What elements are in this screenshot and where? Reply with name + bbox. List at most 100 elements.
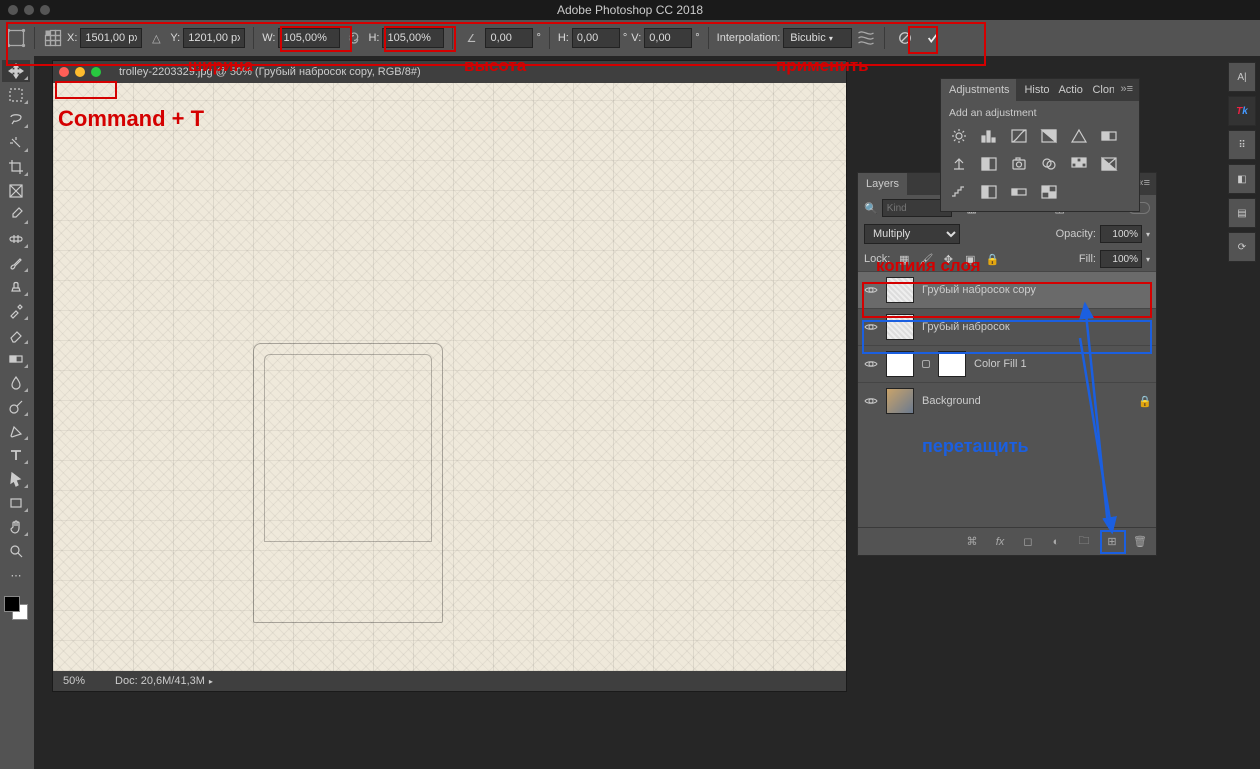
photo-filter-icon[interactable] xyxy=(1009,155,1029,173)
layer-row[interactable]: Background 🔒 xyxy=(858,382,1156,419)
transform-mode-icon[interactable] xyxy=(6,28,26,48)
brush-tool[interactable] xyxy=(2,252,30,274)
layer-row[interactable]: Color Fill 1 xyxy=(858,345,1156,382)
interpolation-select[interactable]: Bicubic ▾ xyxy=(783,28,852,48)
crop-tool[interactable] xyxy=(2,156,30,178)
layer-thumbnail[interactable] xyxy=(886,351,914,377)
path-select-tool[interactable] xyxy=(2,468,30,490)
visibility-icon[interactable] xyxy=(864,320,878,334)
document-header[interactable]: trolley-2203329.jpg @ 50% (Грубый наброс… xyxy=(53,61,846,83)
opacity-input[interactable] xyxy=(1100,225,1142,243)
channel-mixer-icon[interactable] xyxy=(1039,155,1059,173)
tab-clone[interactable]: Clon xyxy=(1084,79,1114,101)
clone-stamp-tool[interactable] xyxy=(2,276,30,298)
x-input[interactable] xyxy=(80,28,142,48)
delete-layer-icon[interactable]: 🗑 xyxy=(1132,534,1148,550)
threshold-icon[interactable] xyxy=(979,183,999,201)
delta-toggle-icon[interactable]: △ xyxy=(146,28,166,48)
link-wh-icon[interactable] xyxy=(344,28,364,48)
height-input[interactable] xyxy=(382,28,444,48)
eyedropper-tool[interactable] xyxy=(2,204,30,226)
layer-thumbnail[interactable] xyxy=(886,277,914,303)
bw-icon[interactable] xyxy=(979,155,999,173)
add-mask-icon[interactable]: ◻ xyxy=(1020,534,1036,550)
visibility-icon[interactable] xyxy=(864,283,878,297)
strip-panel-b[interactable]: ▤ xyxy=(1228,198,1256,228)
y-input[interactable] xyxy=(183,28,245,48)
lasso-tool[interactable] xyxy=(2,108,30,130)
posterize-icon[interactable] xyxy=(949,183,969,201)
strip-tk[interactable]: Tk xyxy=(1228,96,1256,126)
width-input[interactable] xyxy=(278,28,340,48)
panel-menu-icon[interactable]: »≡ xyxy=(1114,79,1139,101)
layer-thumbnail[interactable] xyxy=(886,314,914,340)
warp-icon[interactable] xyxy=(856,28,876,48)
layer-fx-icon[interactable]: fx xyxy=(992,534,1008,550)
strip-swatch[interactable]: ⠿ xyxy=(1228,130,1256,160)
history-brush-tool[interactable] xyxy=(2,300,30,322)
strip-panel-a[interactable]: ◧ xyxy=(1228,164,1256,194)
fill-input[interactable] xyxy=(1100,250,1142,268)
gradient-tool[interactable] xyxy=(2,348,30,370)
exposure-icon[interactable] xyxy=(1039,127,1059,145)
document-traffic-lights[interactable] xyxy=(59,67,101,77)
skew-v-input[interactable] xyxy=(644,28,692,48)
frame-tool[interactable] xyxy=(2,180,30,202)
healing-brush-tool[interactable] xyxy=(2,228,30,250)
type-tool[interactable] xyxy=(2,444,30,466)
layer-row[interactable]: Грубый набросок copy xyxy=(858,271,1156,308)
new-layer-icon[interactable]: ⊞ xyxy=(1104,534,1120,550)
cancel-transform-button[interactable] xyxy=(893,26,917,50)
layer-thumbnail[interactable] xyxy=(886,388,914,414)
color-lookup-icon[interactable] xyxy=(1069,155,1089,173)
hue-sat-icon[interactable] xyxy=(1099,127,1119,145)
marquee-tool[interactable] xyxy=(2,84,30,106)
invert-icon[interactable] xyxy=(1099,155,1119,173)
layer-name[interactable]: Background xyxy=(922,395,1130,407)
skew-h-input[interactable] xyxy=(572,28,620,48)
tab-histogram[interactable]: Histo xyxy=(1016,79,1050,101)
move-tool[interactable] xyxy=(2,60,30,82)
layer-mask-link-icon[interactable] xyxy=(922,360,930,368)
color-balance-icon[interactable] xyxy=(949,155,969,173)
link-layers-icon[interactable]: ⌘ xyxy=(964,534,980,550)
layer-row[interactable]: Грубый набросок xyxy=(858,308,1156,345)
blend-mode-select[interactable]: Multiply xyxy=(864,224,960,244)
dodge-tool[interactable] xyxy=(2,396,30,418)
eraser-tool[interactable] xyxy=(2,324,30,346)
layer-name[interactable]: Грубый набросок copy xyxy=(922,284,1150,296)
brightness-icon[interactable] xyxy=(949,127,969,145)
zoom-level[interactable]: 50% xyxy=(63,675,85,687)
hand-tool[interactable] xyxy=(2,516,30,538)
lock-image-icon[interactable]: 🖌 xyxy=(918,251,934,267)
tab-actions[interactable]: Actio xyxy=(1050,79,1084,101)
visibility-icon[interactable] xyxy=(864,357,878,371)
strip-panel-c[interactable]: ⟳ xyxy=(1228,232,1256,262)
lock-position-icon[interactable]: ✥ xyxy=(940,251,956,267)
levels-icon[interactable] xyxy=(979,127,999,145)
quick-select-tool[interactable] xyxy=(2,132,30,154)
rectangle-tool[interactable] xyxy=(2,492,30,514)
blur-tool[interactable] xyxy=(2,372,30,394)
rotate-input[interactable] xyxy=(485,28,533,48)
lock-transparent-icon[interactable]: ▦ xyxy=(896,251,912,267)
zoom-tool[interactable] xyxy=(2,540,30,562)
curves-icon[interactable] xyxy=(1009,127,1029,145)
layer-name[interactable]: Грубый набросок xyxy=(922,321,1150,333)
lock-artboard-icon[interactable]: ▣ xyxy=(962,251,978,267)
tab-layers[interactable]: Layers xyxy=(858,173,907,195)
reference-point-icon[interactable] xyxy=(43,28,63,48)
lock-all-icon[interactable]: 🔒 xyxy=(984,251,1000,267)
layer-mask-thumbnail[interactable] xyxy=(938,351,966,377)
new-fill-adjust-icon[interactable]: ◐ xyxy=(1048,534,1064,550)
edit-toolbar[interactable]: ⋯ xyxy=(2,564,30,586)
strip-character[interactable]: A| xyxy=(1228,62,1256,92)
commit-transform-button[interactable] xyxy=(921,26,945,50)
document-canvas[interactable] xyxy=(53,83,846,671)
vibrance-icon[interactable] xyxy=(1069,127,1089,145)
new-group-icon[interactable]: 🗀 xyxy=(1076,534,1092,550)
selective-color-icon[interactable] xyxy=(1039,183,1059,201)
layer-name[interactable]: Color Fill 1 xyxy=(974,358,1150,370)
foreground-background-colors[interactable] xyxy=(2,594,30,622)
visibility-icon[interactable] xyxy=(864,394,878,408)
